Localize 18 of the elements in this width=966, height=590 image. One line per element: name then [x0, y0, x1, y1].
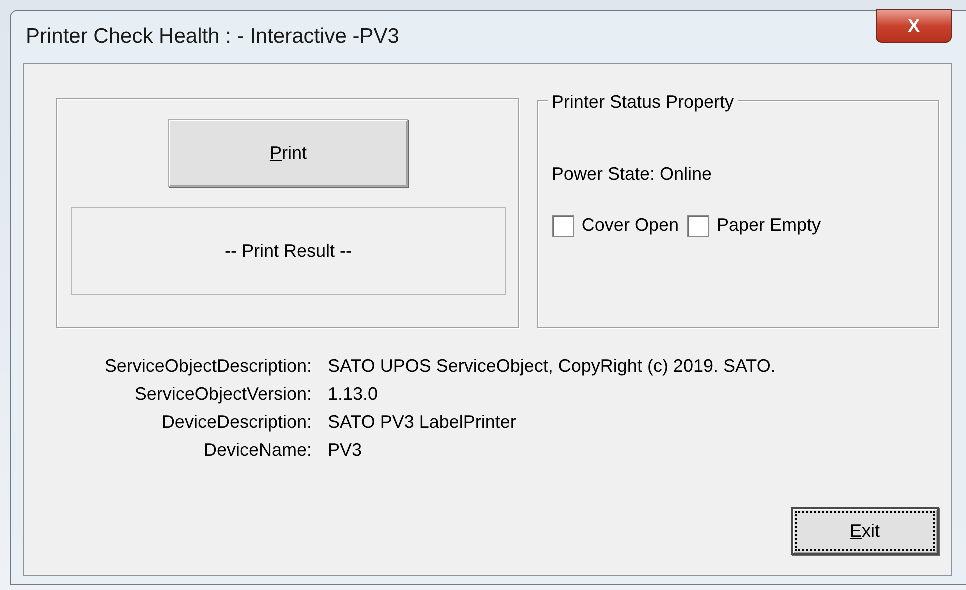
checkbox[interactable]: [552, 214, 574, 236]
field-value: PV3: [328, 439, 362, 462]
power-state: Power State: Online: [552, 163, 714, 186]
print-button[interactable]: Print: [168, 119, 408, 187]
close-button[interactable]: X: [876, 9, 952, 43]
window-title: Printer Check Health : - Interactive -PV3: [25, 24, 400, 50]
field-label: DeviceDescription:: [160, 411, 312, 434]
checkbox-label[interactable]: Cover Open: [582, 212, 679, 239]
field-label: DeviceName:: [202, 439, 312, 462]
field-value: SATO UPOS ServiceObject, CopyRight (c) 2019. SATO.: [328, 355, 776, 378]
checkbox[interactable]: [686, 214, 709, 236]
print-result: -- Print Result --: [71, 207, 506, 295]
field-label: ServiceObjectVersion:: [134, 383, 312, 406]
checkbox-label[interactable]: Paper Empty: [716, 212, 822, 239]
field-value: 1.13.0: [328, 383, 378, 406]
exit-button[interactable]: Exit: [791, 507, 939, 555]
field-value: SATO PV3 LabelPrinter: [328, 411, 516, 434]
field-label: ServiceObjectDescription:: [104, 355, 312, 378]
